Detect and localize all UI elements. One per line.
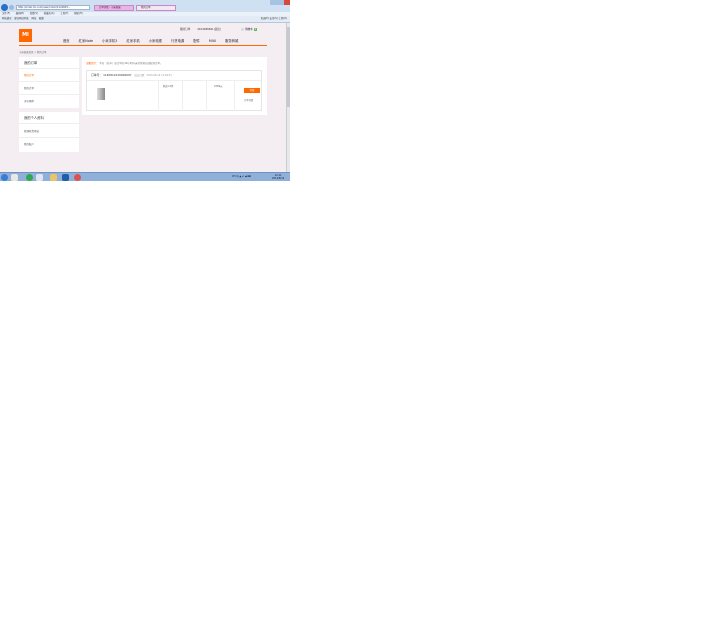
notice-text: 不对（分享）如订单在48小时内未付款将自动取消订单。 — [99, 62, 163, 65]
forward-button[interactable] — [9, 5, 14, 10]
quantity-cell: 购买×1件 — [159, 80, 183, 111]
cart-label: 购物车 — [245, 28, 253, 31]
divider — [19, 68, 79, 69]
favorites-item[interactable]: 网站 — [31, 16, 36, 21]
pay-button[interactable]: 付款 — [244, 88, 260, 93]
product-cell — [87, 80, 159, 111]
safety-menu[interactable]: 安全(S) — [270, 17, 278, 20]
browser-taskbar-icon[interactable] — [74, 174, 81, 181]
ie-taskbar-icon[interactable] — [11, 174, 18, 181]
menu-edit[interactable]: 编辑(E) — [16, 12, 24, 15]
page-menu[interactable]: 页面(P) — [261, 17, 269, 20]
tab-order-detail[interactable]: 订单详情 - 小米商城 — [94, 5, 134, 11]
tools-menu[interactable]: 工具(O) — [278, 17, 287, 20]
sidebar-item-reviews[interactable]: 评价晒单 — [24, 99, 34, 103]
cart-icon: 🛒 — [241, 28, 245, 31]
sidebar-heading-profile: 我的个人资料 — [24, 116, 44, 120]
mi-logo[interactable]: MI — [19, 29, 32, 42]
clock[interactable]: 12:11 2014/8/12 — [272, 174, 284, 180]
nav-item[interactable]: 服务商城 — [225, 39, 238, 43]
close-button[interactable] — [284, 0, 290, 5]
nav-item[interactable]: MIUI — [209, 39, 216, 43]
favorites-item[interactable]: 网站建议 — [2, 16, 12, 21]
notice-link[interactable]: 温馨提示： — [86, 62, 99, 65]
sidebar-item-address[interactable]: 管理收货地址 — [24, 129, 39, 133]
start-button[interactable] — [1, 174, 8, 181]
folder-taskbar-icon[interactable] — [50, 174, 57, 181]
nav-item[interactable]: 行货电源 — [171, 39, 184, 43]
nav-divider — [19, 45, 267, 46]
nav-item[interactable]: 小米电视 — [149, 39, 162, 43]
divider — [19, 108, 79, 112]
app-taskbar-icon[interactable] — [62, 174, 69, 181]
favorites-item[interactable]: 截图 — [39, 16, 44, 21]
minimize-button[interactable] — [270, 0, 277, 5]
menu-favorites[interactable]: 收藏夹(A) — [44, 12, 55, 15]
browser-titlebar: http://order.mi.com/user/order/1141803..… — [0, 0, 290, 12]
order-number[interactable]: 1140812220006097 — [103, 73, 131, 77]
divider — [19, 81, 79, 82]
sidebar-item-orders[interactable]: 我的订单 — [24, 86, 34, 90]
sidebar-heading-orders: 我的订单 — [24, 61, 38, 65]
address-bar[interactable]: http://order.mi.com/user/order/1141803..… — [16, 5, 90, 10]
product-image[interactable] — [97, 88, 105, 100]
menu-view[interactable]: 查看(V) — [30, 12, 38, 15]
cart-link[interactable]: 🛒 购物车 0 — [241, 27, 258, 31]
price: 4799元 — [214, 85, 223, 88]
notice: 温馨提示： 不对（分享）如订单在48小时内未付款将自动取消订单。 — [86, 61, 163, 65]
menu-help[interactable]: 帮助(H) — [74, 12, 82, 15]
divider — [19, 123, 79, 124]
nav-item[interactable]: 配件 — [193, 39, 200, 43]
breadcrumb[interactable]: 小米商城首页 > 我的订单 — [19, 50, 46, 54]
nav-item[interactable]: 红米手机 — [126, 39, 139, 43]
cart-count: 0 — [253, 28, 258, 31]
command-bar: 页面(P) 安全(S) 工具(O) — [261, 16, 287, 21]
favorites-item[interactable]: 建议网站列表 — [14, 16, 28, 21]
sidebar: 我的订单 我的订单 我的订单 评价晒单 我的个人资料 管理收货地址 我的账户 — [19, 57, 79, 152]
quantity: 购买×1件 — [163, 85, 174, 88]
divider — [19, 137, 79, 138]
system-tray[interactable]: CH 中 ▲ ✔ ◀ ⌨ — [232, 174, 251, 178]
my-orders-link[interactable]: 我的订单 — [180, 28, 190, 31]
order-detail-link[interactable]: 订单详情 — [244, 98, 253, 102]
sidebar-item-account[interactable]: 我的账户 — [24, 142, 34, 146]
scrollbar-thumb[interactable] — [287, 27, 290, 107]
tab-my-orders[interactable]: 我的订单 — [136, 5, 176, 11]
nav-item[interactable]: 首页 — [63, 39, 70, 43]
order-date: 成交日期：2014-08-12 12:09:31 — [134, 74, 172, 77]
menu-file[interactable]: 文件(F) — [2, 12, 10, 15]
order-number-label: 订单号： — [91, 73, 103, 77]
chat-taskbar-icon[interactable] — [26, 174, 33, 181]
sidebar-item-my-orders[interactable]: 我的订单 — [24, 73, 34, 77]
main-nav: 首页 红米Note 小米手机3 红米手机 小米电视 行货电源 配件 MIUI 服… — [63, 38, 246, 43]
order-card: 订单号： 1140812220006097 成交日期：2014-08-12 12… — [86, 70, 262, 111]
clock-date: 2014/8/12 — [272, 177, 285, 180]
divider — [19, 94, 79, 95]
back-button[interactable] — [1, 4, 8, 11]
maximize-button[interactable] — [277, 0, 284, 5]
price-cell: 4799元 — [207, 80, 235, 111]
blank-cell — [183, 80, 207, 111]
app-taskbar-icon[interactable] — [36, 174, 43, 181]
favorites-bar: 网站建议 建议网站列表 网站 截图 页面(P) 安全(S) 工具(O) — [0, 16, 290, 23]
nav-item[interactable]: 红米Note — [79, 39, 93, 43]
top-links: 我的订单 4104086691(退出) — [180, 27, 227, 31]
nav-item[interactable]: 小米手机3 — [102, 39, 117, 43]
order-panel: 温馨提示： 不对（分享）如订单在48小时内未付款将自动取消订单。 订单号： 11… — [82, 57, 267, 115]
browser-window: http://order.mi.com/user/order/1141803..… — [0, 0, 290, 181]
taskbar: CH 中 ▲ ✔ ◀ ⌨ 12:11 2014/8/12 — [0, 172, 290, 181]
account-link[interactable]: 4104086691(退出) — [197, 28, 221, 31]
menu-tools[interactable]: 工具(T) — [60, 12, 68, 15]
